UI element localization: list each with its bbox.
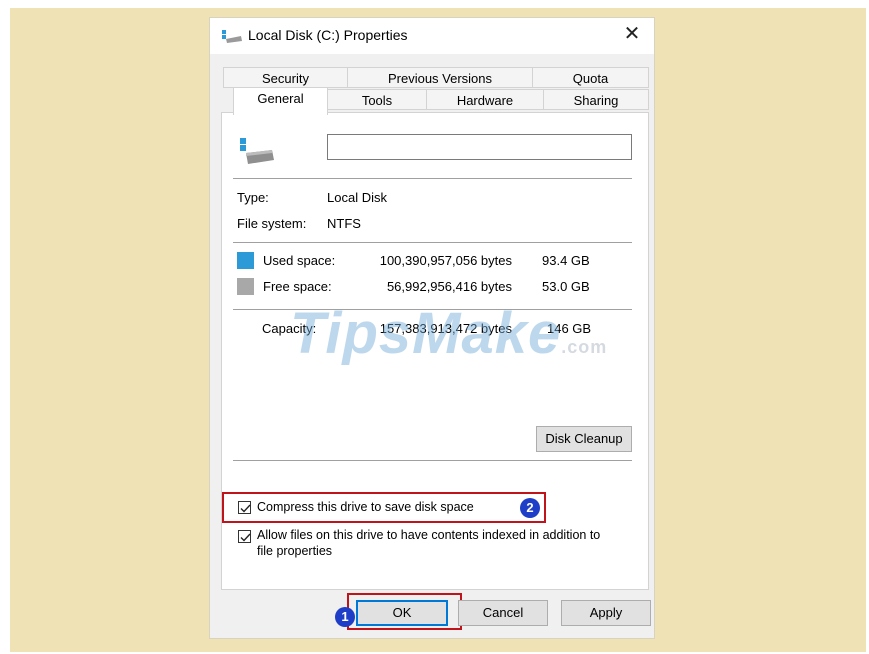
index-checkbox[interactable]	[238, 530, 251, 543]
file-system-value: NTFS	[327, 216, 361, 231]
hard-drive-icon	[240, 138, 274, 164]
type-value: Local Disk	[327, 190, 387, 205]
free-space-gb: 53.0 GB	[542, 279, 590, 294]
ok-button[interactable]: OK	[356, 600, 448, 626]
checkmark-icon	[240, 504, 251, 513]
type-label: Type:	[237, 190, 269, 205]
free-space-label: Free space:	[263, 279, 332, 294]
index-label-line1: Allow files on this drive to have conten…	[257, 528, 601, 542]
file-system-label: File system:	[237, 216, 307, 231]
title-bar: Local Disk (C:) Properties ✕	[210, 18, 654, 54]
checkmark-icon	[240, 533, 251, 542]
used-space-label: Used space:	[263, 253, 336, 268]
drive-icon	[222, 30, 242, 43]
tab-previous-versions[interactable]: Previous Versions	[347, 67, 533, 88]
drive-name-input[interactable]	[327, 134, 632, 160]
separator	[233, 460, 632, 461]
tab-tools[interactable]: Tools	[327, 89, 427, 110]
step-2-badge: 2	[520, 498, 540, 518]
separator	[233, 242, 632, 243]
free-space-bytes: 56,992,956,416 bytes	[386, 279, 512, 294]
tab-hardware[interactable]: Hardware	[426, 89, 544, 110]
tab-sharing[interactable]: Sharing	[543, 89, 649, 110]
free-space-swatch	[237, 278, 254, 295]
disk-cleanup-button[interactable]: Disk Cleanup	[536, 426, 632, 452]
used-space-bytes: 100,390,957,056 bytes	[379, 253, 512, 268]
window-title: Local Disk (C:) Properties	[248, 27, 408, 43]
separator	[233, 178, 632, 179]
watermark-text: TipsMake	[290, 301, 562, 366]
compress-checkbox[interactable]	[238, 501, 251, 514]
cancel-button[interactable]: Cancel	[458, 600, 548, 626]
used-space-gb: 93.4 GB	[542, 253, 590, 268]
apply-button[interactable]: Apply	[561, 600, 651, 626]
close-button[interactable]: ✕	[610, 18, 654, 52]
watermark-suffix: .com	[561, 337, 608, 357]
tab-general[interactable]: General	[233, 87, 328, 115]
step-1-badge: 1	[335, 607, 355, 627]
index-label-line2: file properties	[257, 544, 333, 558]
tab-security[interactable]: Security	[223, 67, 348, 88]
watermark: TipsMake.com	[290, 300, 607, 367]
compress-label: Compress this drive to save disk space	[257, 500, 474, 514]
tab-quota[interactable]: Quota	[532, 67, 649, 88]
used-space-swatch	[237, 252, 254, 269]
